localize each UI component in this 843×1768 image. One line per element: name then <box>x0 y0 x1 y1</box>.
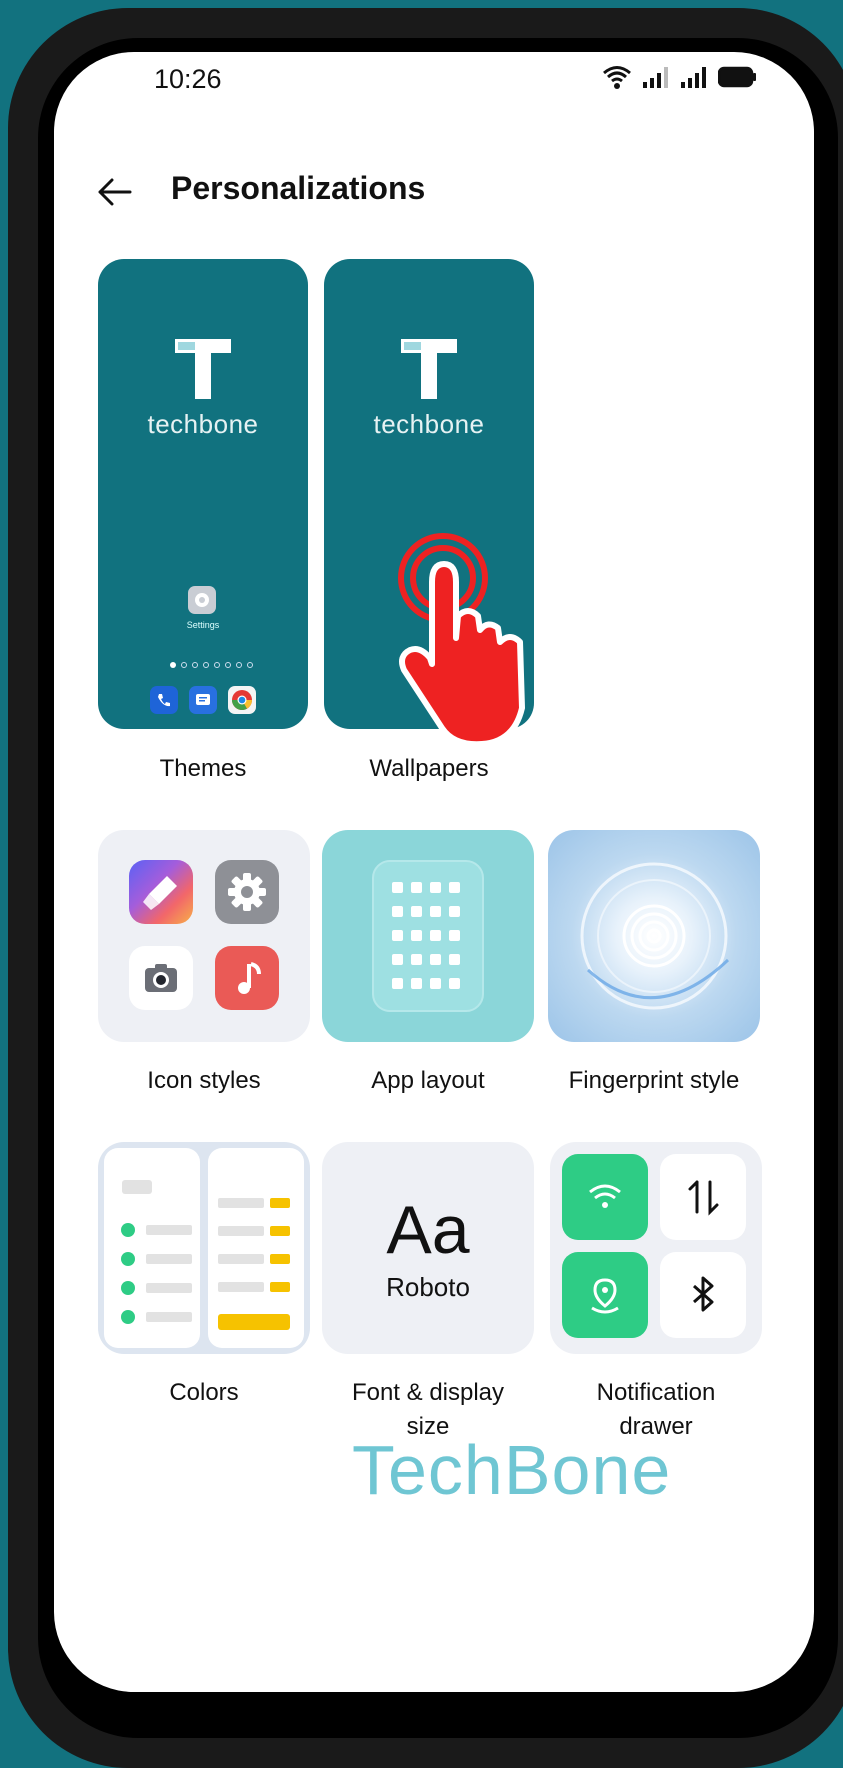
settings-app-caption: Settings <box>186 620 220 630</box>
logo-wordmark: techbone <box>147 409 259 439</box>
location-toggle-preview <box>562 1252 648 1338</box>
techbone-logo-icon-2 <box>401 339 457 399</box>
camera-app-icon <box>129 946 193 1010</box>
wifi-toggle-preview <box>562 1154 648 1240</box>
page-title: Personalizations <box>171 170 426 206</box>
dock-phone-icon <box>150 686 178 714</box>
battery-icon <box>718 66 756 88</box>
tap-pointer-icon <box>398 533 525 748</box>
app-layout-label: App layout <box>371 1067 485 1094</box>
themes-label: Themes <box>159 755 247 782</box>
signal-icon-2 <box>681 67 706 88</box>
settings-app-icon <box>188 586 216 614</box>
colors-tile[interactable] <box>98 1142 310 1354</box>
notification-drawer-label-line1: Notification <box>596 1379 716 1406</box>
status-time: 10:26 <box>154 64 222 94</box>
colors-panel-left <box>104 1148 200 1348</box>
font-preview-big: Aa <box>386 1192 470 1268</box>
wallpapers-label: Wallpapers <box>369 755 489 782</box>
techbone-watermark: TechBone <box>352 1431 672 1509</box>
colors-panel-right <box>208 1148 304 1348</box>
fingerprint-style-label: Fingerprint style <box>568 1067 740 1094</box>
data-toggle-preview <box>660 1154 746 1240</box>
icon-styles-tile[interactable] <box>98 830 310 1042</box>
dock-chrome-icon <box>228 686 256 714</box>
signal-icon <box>643 67 668 88</box>
fingerprint-icon <box>580 862 730 1010</box>
app-layout-tile[interactable] <box>322 830 534 1042</box>
font-display-label-line1: Font & display <box>351 1379 505 1406</box>
layout-phone-preview <box>372 860 484 1012</box>
fingerprint-style-tile[interactable] <box>548 830 760 1042</box>
wifi-icon <box>603 66 631 89</box>
brush-app-icon <box>129 860 193 924</box>
techbone-logo-icon <box>175 339 231 399</box>
back-arrow-icon[interactable] <box>94 172 134 212</box>
music-app-icon <box>215 946 279 1010</box>
page-indicator <box>170 662 253 668</box>
themes-tile[interactable]: techbone Settings <box>98 259 308 729</box>
bluetooth-toggle-preview <box>660 1252 746 1338</box>
status-bar: 10:26 <box>54 52 814 142</box>
status-icons <box>602 64 758 90</box>
app-header: Personalizations <box>54 152 814 232</box>
font-display-tile[interactable]: Aa Roboto <box>322 1142 534 1354</box>
icon-styles-label: Icon styles <box>147 1067 261 1094</box>
settings-gear-icon <box>215 860 279 924</box>
logo-wordmark-2: techbone <box>373 409 485 439</box>
colors-label: Colors <box>169 1379 239 1406</box>
font-preview-name: Roboto <box>386 1272 470 1302</box>
dock-messages-icon <box>189 686 217 714</box>
notification-drawer-tile[interactable] <box>550 1142 762 1354</box>
